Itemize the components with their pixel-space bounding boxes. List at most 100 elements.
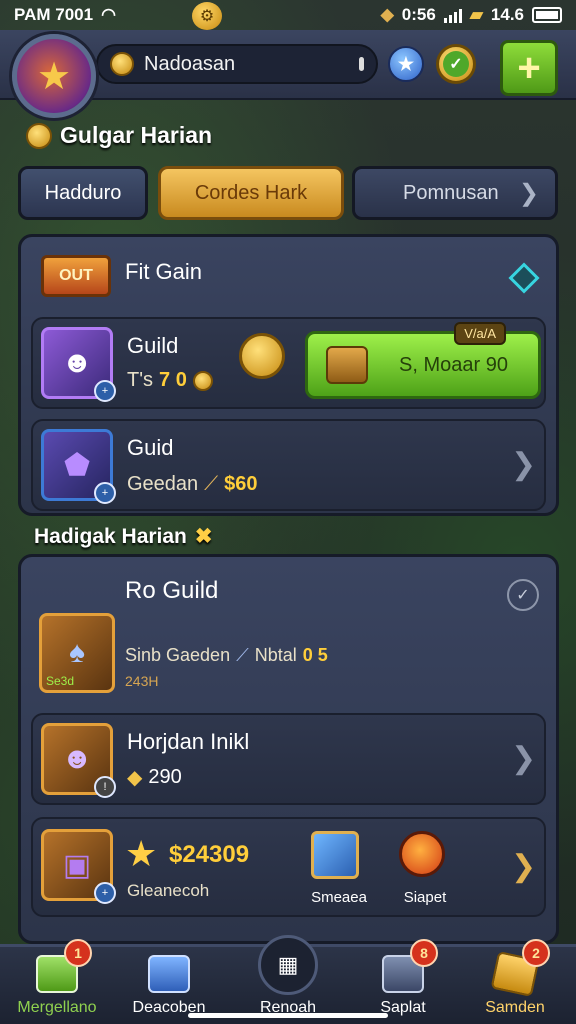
chevron-right-icon[interactable]: ❯ [511, 849, 536, 884]
claim-reward-button[interactable]: V/a/A S, Moaar 90 [305, 322, 541, 399]
chevron-right-icon: ❯ [518, 179, 539, 207]
toggle-indicator-icon [359, 57, 364, 71]
ribbon-badge: OUT [41, 255, 111, 297]
quest-panel-1: OUT Fit Gain ☻ + Guild T's 7 0 V/a/A S, … [18, 234, 559, 516]
status-bar: PAM 7001 ◠ ◆ 0:56 ▰ 14.6 [0, 0, 576, 30]
coin-icon [192, 370, 213, 391]
wizard-hat-icon: ♠ [69, 636, 85, 669]
purple-gem-icon: ⬟ [63, 448, 91, 482]
status-left-text: PAM 7001 [14, 5, 94, 24]
plus-badge-icon: + [94, 482, 116, 504]
hero-portrait: ♠ Se3d [39, 613, 115, 693]
quest-title: Guid [127, 435, 174, 460]
gear-coin-icon [110, 52, 134, 76]
grid-icon[interactable]: ▦ [258, 935, 318, 995]
dagger-icon: ⟋ [236, 645, 249, 665]
quest-title: Horjdan Inikl [127, 729, 250, 754]
section-title-text: Hadigak Harian [34, 524, 187, 548]
reward-mid: Nbtal [254, 645, 297, 665]
signal-icon [443, 7, 462, 23]
diamond-icon [508, 262, 540, 294]
chevron-right-icon[interactable]: ❯ [511, 447, 536, 482]
lantern-portrait: ▣ + [41, 829, 116, 904]
reward-value: 0 5 [302, 645, 328, 665]
reward-value: 7 0 [159, 369, 187, 391]
notification-badge: 2 [522, 939, 550, 967]
plus-badge-icon: + [94, 882, 116, 904]
panel-title: Fit Gain [125, 259, 203, 284]
claim-button-label: S, Moaar 90 [399, 353, 508, 376]
check-coin-button[interactable]: ✓ [436, 44, 476, 84]
check-icon[interactable]: ✓ [507, 579, 539, 611]
section-title-rewards: Hadigak Harian ✖ [34, 524, 213, 549]
plus-badge-icon: + [94, 380, 116, 402]
player-name-bar[interactable]: Nadoasan [96, 44, 378, 84]
sword-icon: ⟋ [204, 473, 219, 495]
shop-item[interactable]: Siapet [389, 827, 461, 913]
nav-item-samden[interactable]: 2 Samden [460, 939, 570, 1024]
star-emblem-icon: ★ [36, 55, 72, 98]
add-button[interactable]: + [500, 40, 558, 96]
quest-reward: Geedan ⟋ $60 [127, 473, 258, 496]
note-icon: ▰ [469, 5, 483, 24]
player-name: Nadoasan [144, 52, 236, 75]
reward-note: 243H [125, 673, 159, 689]
quest-reward: ◆ 290 [127, 765, 182, 790]
tab-hadduro[interactable]: Hadduro [18, 166, 148, 220]
nav-label: Samden [485, 999, 545, 1016]
star-badge-button[interactable]: ★ [388, 46, 424, 82]
quest-row[interactable]: ⬟ + Guid Geedan ⟋ $60 ❯ [31, 419, 546, 511]
bottom-navigation: 1 Mergellano Deacoben Renoah ▦ 8 Saplat … [0, 935, 576, 1024]
status-time: 0:56 [401, 5, 436, 24]
reward-value: 290 [148, 766, 182, 788]
quest-panel-2: ♠ Se3d Ro Guild ✓ Sinb Gaeden ⟋ Nbtal 0 … [18, 554, 559, 944]
coin-icon [26, 122, 52, 149]
blue-crystal-icon [311, 831, 359, 879]
tab-cordes-hark[interactable]: Cordes Hark [158, 166, 344, 220]
coin-stack-icon [239, 333, 285, 379]
home-indicator[interactable] [188, 1013, 388, 1018]
wifi-icon: ◠ [101, 5, 116, 24]
reward-prefix: Sinb Gaeden [125, 645, 231, 665]
notification-badge: 8 [410, 939, 438, 967]
gold-cube-icon: ◆ [380, 5, 394, 24]
item-label: Siapet [403, 889, 447, 906]
reward-value: $24309 [169, 841, 250, 868]
panel-title: Ro Guild [125, 577, 219, 604]
quest-title: Guild [127, 333, 179, 358]
reward-prefix: Geedan [127, 473, 199, 495]
cat-face-icon: ☻ [61, 742, 93, 775]
level-badge-icon: ! [94, 776, 116, 798]
guild-portrait: ☻ + [41, 327, 116, 402]
reward-amount: $24309 [169, 841, 249, 869]
reward-prefix: T's [127, 369, 154, 391]
hero-portrait: ☻ ! [41, 723, 116, 798]
lantern-icon: ▣ [62, 848, 92, 882]
nav-item-mergellano[interactable]: 1 Mergellano [2, 939, 112, 1024]
notification-badge: 1 [64, 939, 92, 967]
chevron-right-icon[interactable]: ❯ [511, 741, 536, 776]
reward-tag: V/a/A [454, 322, 506, 345]
panel-reward: Sinb Gaeden ⟋ Nbtal 0 5 [125, 645, 328, 666]
quest-row[interactable]: ☻ + Guild T's 7 0 V/a/A S, Moaar 90 [31, 317, 546, 409]
coin-badge-icon: ⚙ [192, 2, 222, 30]
status-right-text: 14.6 [490, 5, 524, 24]
item-label: Smeaea [311, 889, 367, 906]
quest-row[interactable]: ☻ ! Horjdan Inikl ◆ 290 ❯ [31, 713, 546, 805]
section-title-text: Gulgar Harian [60, 122, 213, 148]
section-title-daily: Gulgar Harian [26, 122, 212, 149]
green-check-icon: ✓ [443, 51, 469, 77]
nav-label: Mergellano [17, 999, 97, 1016]
shop-item[interactable]: Smeaea [303, 827, 375, 913]
tab-pomnusan[interactable]: Pomnusan ❯ [352, 166, 558, 220]
reward-caption: Gleanecoh [127, 881, 210, 900]
player-avatar[interactable]: ★ [12, 34, 96, 118]
quest-reward: T's 7 0 [127, 369, 213, 392]
mask-face-icon: ☻ [61, 346, 93, 379]
gold-star-icon: ★ [125, 833, 158, 874]
tab-label: Pomnusan [403, 181, 499, 204]
battery-icon [532, 7, 562, 23]
quest-row[interactable]: ▣ + ★ $24309 Gleanecoh Smeaea Siapet ❯ [31, 817, 546, 917]
chest-icon [326, 346, 368, 384]
gold-cube-icon: ◆ [127, 767, 143, 789]
